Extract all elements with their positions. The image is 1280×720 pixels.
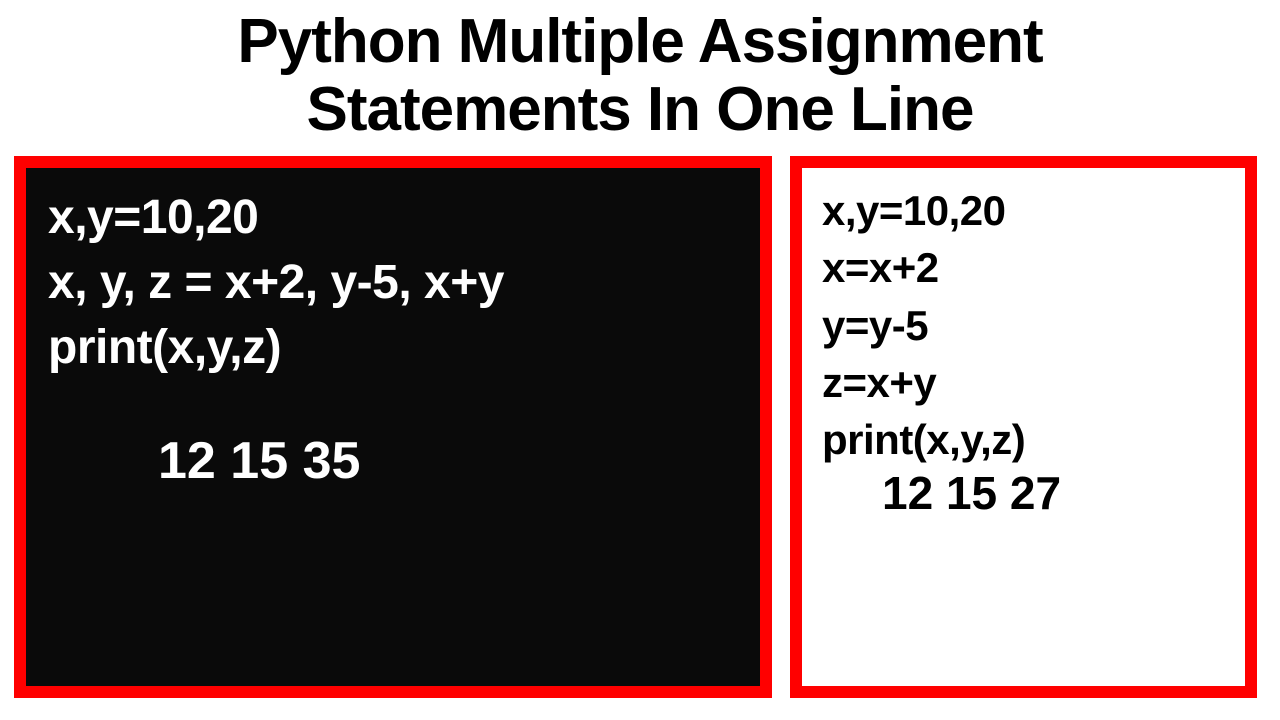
- code-line: x, y, z = x+2, y-5, x+y: [48, 251, 738, 316]
- code-line: z=x+y: [822, 354, 1225, 411]
- slide-title: Python Multiple Assignment Statements In…: [0, 0, 1280, 144]
- code-line: print(x,y,z): [822, 411, 1225, 468]
- code-line: x,y=10,20: [48, 186, 738, 251]
- title-line-1: Python Multiple Assignment: [0, 8, 1280, 76]
- code-output: 12 15 27: [822, 468, 1225, 519]
- code-line: y=y-5: [822, 297, 1225, 354]
- code-line: print(x,y,z): [48, 316, 738, 381]
- code-line: x=x+2: [822, 239, 1225, 296]
- title-line-2: Statements In One Line: [0, 76, 1280, 144]
- code-panels-container: x,y=10,20 x, y, z = x+2, y-5, x+y print(…: [0, 144, 1280, 698]
- code-line: x,y=10,20: [822, 182, 1225, 239]
- code-output: 12 15 35: [48, 431, 738, 491]
- code-panel-right: x,y=10,20 x=x+2 y=y-5 z=x+y print(x,y,z)…: [790, 156, 1257, 698]
- code-panel-left: x,y=10,20 x, y, z = x+2, y-5, x+y print(…: [14, 156, 772, 698]
